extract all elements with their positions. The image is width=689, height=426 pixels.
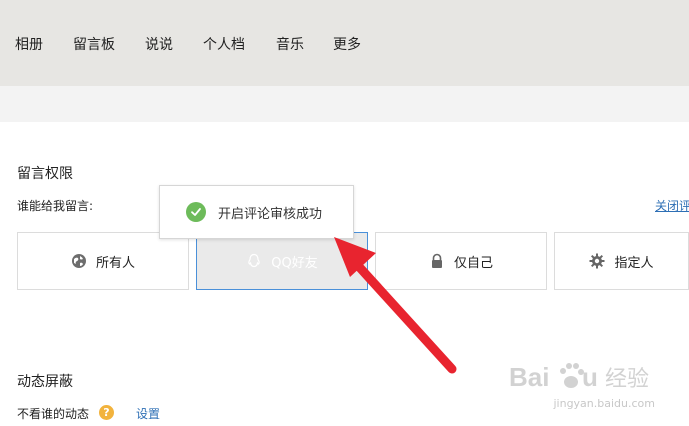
option-everyone[interactable]: 所有人: [17, 232, 189, 290]
svg-text:Bai: Bai: [509, 362, 549, 392]
message-permissions-title: 留言权限: [17, 166, 73, 182]
help-icon[interactable]: ?: [99, 405, 114, 420]
top-navigation-bar: 相册 留言板 说说 个人档 音乐 更多: [0, 0, 689, 86]
nav-item-album[interactable]: 相册: [15, 34, 43, 54]
option-label: QQ好友: [271, 255, 318, 271]
nav-item-profile[interactable]: 个人档: [203, 34, 245, 54]
not-see-dynamics-label: 不看谁的动态: [17, 407, 90, 421]
who-can-message-label: 谁能给我留言:: [17, 199, 94, 213]
nav-item-more[interactable]: 更多: [333, 34, 361, 54]
baidu-paw-logo: Bai u 经验: [509, 362, 649, 392]
nav-item-music[interactable]: 音乐: [276, 34, 304, 54]
check-circle-icon: [186, 202, 206, 222]
qq-penguin-icon: [246, 253, 262, 269]
gear-icon: [589, 253, 605, 269]
svg-text:u: u: [582, 362, 598, 392]
globe-icon: [71, 253, 87, 269]
svg-text:经验: 经验: [605, 367, 649, 392]
nav-item-message-board[interactable]: 留言板: [73, 34, 115, 54]
sub-header-bar: [0, 86, 689, 122]
dynamic-blocking-title: 动态屏蔽: [17, 374, 73, 390]
option-label: 所有人: [95, 255, 135, 271]
option-label: 指定人: [614, 255, 654, 271]
nav-item-moments[interactable]: 说说: [145, 34, 173, 54]
close-comments-link[interactable]: 关闭评: [655, 197, 689, 214]
settings-link[interactable]: 设置: [136, 405, 160, 422]
red-arrow-annotation: [334, 237, 457, 374]
option-specified-people[interactable]: 指定人: [554, 232, 689, 290]
toast-message: 开启评论审核成功: [218, 206, 323, 222]
watermark-url: jingyan.baidu.com: [553, 397, 655, 410]
